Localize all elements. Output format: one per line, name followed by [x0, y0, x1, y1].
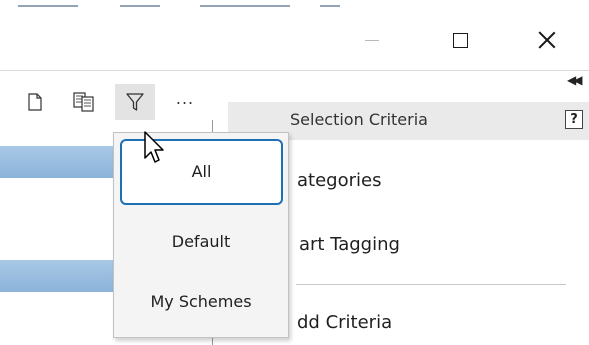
menu-item-all[interactable]: All — [120, 139, 283, 205]
filter-icon — [126, 93, 144, 111]
minimize-button[interactable] — [354, 22, 390, 58]
minimize-icon — [365, 39, 379, 41]
maximize-button[interactable] — [442, 22, 478, 58]
filter-dropdown-menu: All Default My Schemes — [113, 132, 289, 338]
selection-criteria-title: Selection Criteria — [290, 110, 428, 129]
more-button[interactable]: ... — [168, 84, 202, 120]
menu-item-default[interactable]: Default — [114, 232, 288, 251]
criteria-item-categories[interactable]: ategories — [297, 170, 381, 191]
help-button[interactable]: ? — [565, 110, 583, 129]
new-document-icon — [28, 93, 42, 111]
close-icon — [538, 31, 556, 49]
title-bar-separator — [0, 70, 589, 71]
menu-item-my-schemes[interactable]: My Schemes — [114, 292, 288, 311]
close-button[interactable] — [529, 22, 565, 58]
background-window-strip — [0, 0, 589, 12]
filter-button[interactable] — [115, 84, 155, 120]
criteria-separator — [296, 284, 566, 285]
copy-documents-icon — [73, 92, 94, 112]
new-document-button[interactable] — [20, 84, 50, 120]
criteria-item-add-criteria[interactable]: dd Criteria — [297, 312, 392, 333]
copy-documents-button[interactable] — [66, 84, 102, 120]
collapse-panel-button[interactable]: ◀◀ — [567, 73, 583, 87]
more-icon: ... — [175, 89, 195, 108]
criteria-item-tagging[interactable]: art Tagging — [299, 234, 400, 255]
maximize-icon — [452, 32, 468, 48]
